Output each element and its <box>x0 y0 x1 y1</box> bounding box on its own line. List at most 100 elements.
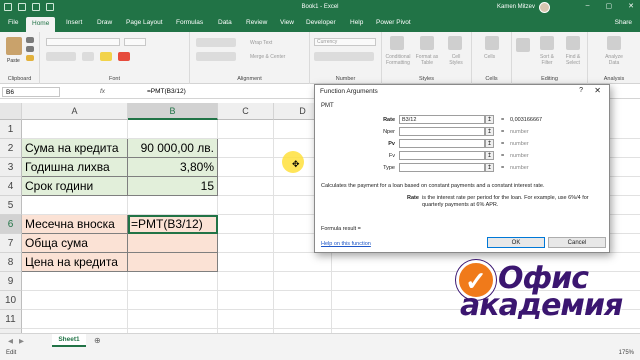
tab-power-pivot[interactable]: Power Pivot <box>376 19 411 26</box>
autosum-icon[interactable] <box>516 38 530 52</box>
row-header-2[interactable]: 2 <box>0 139 22 158</box>
zoom-level[interactable]: 175% <box>619 350 634 356</box>
cell-b6[interactable]: =PMT(B3/12) <box>128 215 218 234</box>
tab-page-layout[interactable]: Page Layout <box>126 19 163 26</box>
ofis-akademia-logo: ✓ Офис академия <box>446 258 626 328</box>
bold-italic-underline-icon[interactable] <box>46 52 76 61</box>
conditional-formatting-label: Conditional Formatting <box>385 54 411 66</box>
share-button[interactable]: Share <box>615 19 632 26</box>
avatar[interactable] <box>539 2 550 13</box>
cells-icon[interactable] <box>485 36 499 50</box>
help-icon[interactable]: ? <box>579 87 583 94</box>
analyze-data-icon[interactable] <box>607 36 621 50</box>
formula-input[interactable]: =PMT(B3/12) <box>147 88 186 95</box>
name-box[interactable]: B6 <box>2 87 60 97</box>
collapse-dialog-icon[interactable]: ↥ <box>485 151 494 160</box>
row-header-5[interactable]: 5 <box>0 196 22 215</box>
find-select-icon[interactable] <box>566 36 580 50</box>
cell-b2[interactable]: 90 000,00 лв. <box>128 139 218 158</box>
restore-button[interactable]: ▢ <box>606 2 613 10</box>
user-name[interactable]: Kamen Mitzev <box>497 4 535 10</box>
row-header-1[interactable]: 1 <box>0 120 22 139</box>
row-header-4[interactable]: 4 <box>0 177 22 196</box>
arg-input-pv[interactable] <box>399 139 485 148</box>
sheet-nav-icons[interactable]: ◀▶ <box>8 337 30 345</box>
column-header-b[interactable]: B <box>128 103 218 120</box>
cancel-button[interactable]: Cancel <box>548 237 606 248</box>
number-format-box[interactable]: Currency <box>314 38 376 46</box>
conditional-formatting-icon[interactable] <box>390 36 404 50</box>
minimize-button[interactable]: – <box>586 2 590 10</box>
borders-icon[interactable] <box>82 52 94 61</box>
tab-home[interactable]: Home <box>26 17 56 32</box>
row-header-8[interactable]: 8 <box>0 253 22 272</box>
font-name-box[interactable] <box>46 38 120 46</box>
cut-icon[interactable] <box>26 37 34 43</box>
align-icons[interactable] <box>196 38 236 47</box>
arg-input-nper[interactable] <box>399 127 485 136</box>
tab-review[interactable]: Review <box>246 19 267 26</box>
number-format-icons[interactable] <box>314 52 374 61</box>
arg-equals: = <box>501 117 505 123</box>
arg-input-rate[interactable]: B3/12 <box>399 115 485 124</box>
font-size-box[interactable] <box>124 38 146 46</box>
cell-b3[interactable]: 3,80% <box>128 158 218 177</box>
row-header-11[interactable]: 11 <box>0 310 22 329</box>
arg-row-fv: Fv ↥ = number <box>315 151 611 161</box>
arg-input-fv[interactable] <box>399 151 485 160</box>
cell-a8[interactable]: Цена на кредита <box>22 253 128 272</box>
sort-filter-icon[interactable] <box>540 36 554 50</box>
tab-insert[interactable]: Insert <box>66 19 82 26</box>
dialog-close-icon[interactable]: ✕ <box>594 86 601 95</box>
format-as-table-icon[interactable] <box>420 36 434 50</box>
tab-file[interactable]: File <box>8 19 18 26</box>
fill-color-icon[interactable] <box>100 52 112 61</box>
indent-icons[interactable] <box>196 52 236 61</box>
tab-formulas[interactable]: Formulas <box>176 19 203 26</box>
collapse-dialog-icon[interactable]: ↥ <box>485 127 494 136</box>
row-header-3[interactable]: 3 <box>0 158 22 177</box>
cell-a7[interactable]: Обща сума <box>22 234 128 253</box>
ribbon: Paste Clipboard Font Wrap Text Merge & C… <box>0 32 640 84</box>
add-sheet-icon[interactable]: ⊕ <box>94 336 101 345</box>
collapse-dialog-icon[interactable]: ↥ <box>485 163 494 172</box>
help-link[interactable]: Help on this function <box>321 241 371 247</box>
param-description: is the interest rate per period for the … <box>422 195 589 208</box>
cell-a6[interactable]: Месечна вноска <box>22 215 128 234</box>
arg-label-nper: Nper <box>383 129 395 135</box>
collapse-dialog-icon[interactable]: ↥ <box>485 115 494 124</box>
fx-icon[interactable]: fx <box>100 88 105 95</box>
collapse-dialog-icon[interactable]: ↥ <box>485 139 494 148</box>
arg-input-type[interactable] <box>399 163 485 172</box>
tab-draw[interactable]: Draw <box>97 19 112 26</box>
column-header-c[interactable]: C <box>218 103 274 120</box>
paste-icon[interactable] <box>6 37 22 55</box>
cell-b8[interactable] <box>128 253 218 272</box>
row-header-10[interactable]: 10 <box>0 291 22 310</box>
cell-styles-icon[interactable] <box>448 36 462 50</box>
row-header-6[interactable]: 6 <box>0 215 22 234</box>
tab-data[interactable]: Data <box>218 19 232 26</box>
font-color-icon[interactable] <box>118 52 130 61</box>
format-painter-icon[interactable] <box>26 55 34 61</box>
merge-center-button[interactable]: Merge & Center <box>250 54 285 60</box>
close-button[interactable]: ✕ <box>628 2 634 10</box>
copy-icon[interactable] <box>26 46 34 52</box>
tab-view[interactable]: View <box>280 19 294 26</box>
cell-b4[interactable]: 15 <box>128 177 218 196</box>
tab-help[interactable]: Help <box>350 19 363 26</box>
arg-row-pv: Pv ↥ = number <box>315 139 611 149</box>
ok-button[interactable]: OK <box>487 237 545 248</box>
column-header-a[interactable]: A <box>22 103 128 120</box>
cell-a4[interactable]: Срок години <box>22 177 128 196</box>
row-header-9[interactable]: 9 <box>0 272 22 291</box>
cell-a3[interactable]: Годишна лихва <box>22 158 128 177</box>
cell-a2[interactable]: Сума на кредита <box>22 139 128 158</box>
analyze-data-label: Analyze Data <box>605 54 623 66</box>
select-all-corner[interactable] <box>0 103 22 120</box>
tab-developer[interactable]: Developer <box>306 19 336 26</box>
sheet-tab-sheet1[interactable]: Sheet1 <box>52 334 86 347</box>
row-header-7[interactable]: 7 <box>0 234 22 253</box>
cell-b7[interactable] <box>128 234 218 253</box>
wrap-text-button[interactable]: Wrap Text <box>250 40 272 46</box>
